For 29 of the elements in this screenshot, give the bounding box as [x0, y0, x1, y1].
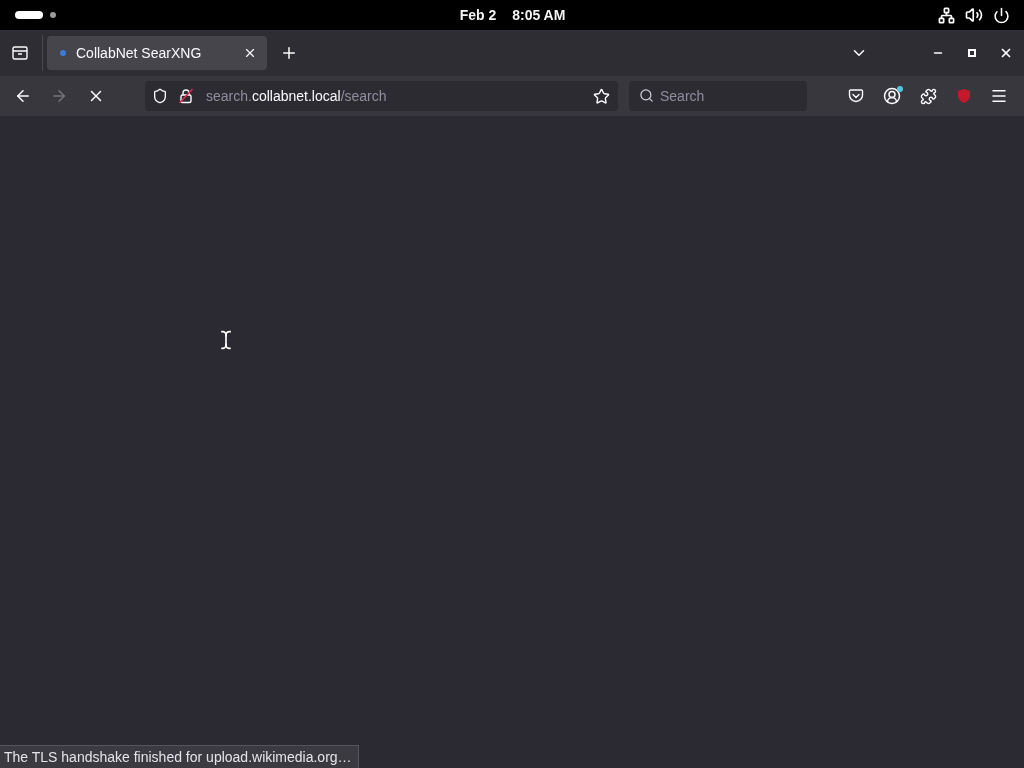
shield-icon[interactable] [152, 88, 168, 104]
pocket-icon [848, 88, 864, 104]
plus-icon [280, 44, 298, 62]
network-icon[interactable] [938, 6, 955, 24]
status-text: The TLS handshake finished for upload.wikimedia.org… [0, 745, 359, 768]
search-icon [639, 88, 654, 103]
volume-icon[interactable] [965, 6, 983, 24]
search-field[interactable]: Search [629, 81, 807, 111]
date-text[interactable]: Feb 2 [459, 7, 497, 23]
blocker-shield-icon [956, 88, 972, 104]
browser-tab[interactable]: CollabNet SearXNG [47, 36, 267, 70]
favicon-icon [60, 50, 66, 56]
url-text: search.collabnet.local/search [206, 88, 388, 104]
arrow-right-icon [50, 87, 68, 105]
workspace-indicator[interactable] [50, 12, 56, 18]
close-icon [999, 46, 1013, 60]
address-bar[interactable]: search.collabnet.local/search [145, 81, 618, 111]
puzzle-icon [919, 87, 937, 105]
close-icon [243, 46, 257, 60]
workspace-indicator[interactable] [15, 11, 43, 19]
menu-icon [990, 87, 1008, 105]
power-icon[interactable] [993, 6, 1010, 24]
time-text[interactable]: 8:05 AM [512, 7, 566, 23]
tab-title: CollabNet SearXNG [76, 45, 202, 61]
tray-icon [12, 46, 28, 60]
lock-slashed-icon[interactable] [178, 88, 194, 104]
star-icon[interactable] [593, 87, 610, 105]
account-icon [883, 87, 901, 105]
maximize-icon [968, 49, 976, 57]
